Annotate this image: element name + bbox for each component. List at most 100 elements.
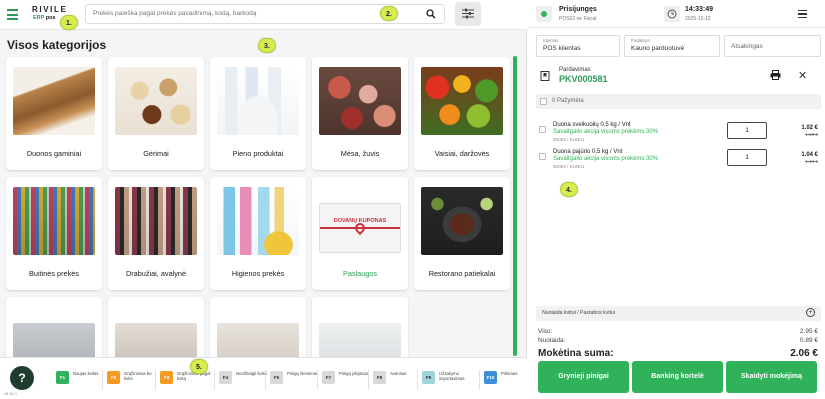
print-icon[interactable]: [770, 70, 781, 80]
discount-value: 0.89 €: [799, 337, 818, 344]
divider: [417, 370, 418, 390]
filter-icon: [462, 8, 474, 19]
marker-4: 4.: [560, 182, 578, 197]
logo-subtitle: ERP pos: [33, 15, 56, 21]
clock-icon: [664, 6, 680, 22]
category-tile-restaurant[interactable]: Restorano patiekalai: [414, 177, 510, 290]
category-tile-dairy[interactable]: Pieno produktai: [210, 57, 306, 170]
discount-label: Nuolaida:: [538, 337, 566, 344]
function-key-badge: F8: [373, 371, 386, 384]
category-tile-clothing[interactable]: Drabužiai, avalynė: [108, 177, 204, 290]
function-key-badge: F1: [56, 371, 69, 384]
logo-name: RIVILE: [32, 5, 68, 14]
category-label: Duonos gaminiai: [26, 149, 82, 158]
clock-date: 2025-12-12: [685, 16, 711, 22]
responsible-field[interactable]: Atsakingas: [724, 35, 821, 57]
search-placeholder: Prekės paieška pagal prekės pavadinimą, …: [93, 10, 257, 17]
function-key-f7[interactable]: F7 Pinigų įdėjimas: [322, 368, 368, 390]
category-tile-hygiene[interactable]: Higienos prekės: [210, 177, 306, 290]
line-price: 1.02 €: [801, 125, 818, 131]
category-tile-services[interactable]: DOVANŲ KUPONAS Paslaugos: [312, 177, 408, 290]
divider: [155, 370, 156, 390]
select-all-checkbox[interactable]: [540, 98, 547, 105]
divider: [102, 370, 103, 390]
category-label: Restorano patiekalai: [428, 269, 496, 278]
search-icon[interactable]: [426, 9, 436, 19]
card-payment-button[interactable]: Banking kortelė: [632, 361, 723, 393]
divider: [479, 370, 480, 390]
amount-due-label: Mokėtina suma:: [538, 348, 614, 359]
help-button[interactable]: ?: [10, 366, 34, 390]
function-key-f1[interactable]: F1 Naujas kvitas: [56, 368, 102, 390]
store-field[interactable]: Padalinys Kauno parduotuvė: [624, 35, 720, 57]
fruits-image: [421, 67, 503, 135]
gift-voucher-image: DOVANŲ KUPONAS: [319, 203, 401, 253]
document-number: PKV000581: [559, 74, 608, 84]
function-key-badge: F4: [219, 371, 232, 384]
meat-image: [319, 67, 401, 135]
function-key-badge: F2: [107, 371, 120, 384]
client-value: POS klientas: [543, 45, 581, 52]
status-bar: Prisijungęs POS02 ne Fiscal 14:33:49 202…: [528, 0, 825, 28]
function-key-badge: F7: [322, 371, 335, 384]
function-key-f2[interactable]: F2 Grąžinimas be kvito: [107, 368, 153, 390]
connection-status: Prisijungęs: [559, 6, 597, 13]
connection-status-icon: [536, 6, 552, 22]
total-value: 2.95 €: [799, 328, 818, 335]
category-tile-bread[interactable]: Duonos gaminiai: [6, 57, 102, 170]
add-icon[interactable]: +: [806, 308, 815, 317]
document-header: Pardavimas PKV000581 ✕: [528, 63, 825, 91]
receipt-fields: Klientas POS klientas Padalinys Kauno pa…: [536, 35, 821, 57]
total-label: Viso:: [538, 328, 553, 335]
client-field[interactable]: Klientas POS klientas: [536, 35, 620, 57]
responsible-placeholder: Atsakingas: [731, 43, 763, 50]
amount-due-value: 2.06 €: [790, 348, 818, 359]
function-key-f5[interactable]: F5 Pinigų išėmimas: [270, 368, 318, 390]
marker-2: 2.: [380, 6, 398, 21]
clothing-image: [115, 187, 197, 255]
divider: [368, 370, 369, 390]
cash-payment-button[interactable]: Grynieji pinigai: [538, 361, 629, 393]
category-tile-fruits[interactable]: Vaisiai, daržovės: [414, 57, 510, 170]
category-tile-household[interactable]: Buitinės prekės: [6, 177, 102, 290]
line-name: Duona sveikuolių 0,5 kg / Vnt: [553, 122, 631, 128]
receipt-pane: Prisijungęs POS02 ne Fiscal 14:33:49 202…: [528, 0, 825, 399]
marker-5: 5.: [190, 359, 208, 374]
function-key-badge: F3: [160, 371, 173, 384]
select-all-row[interactable]: 0 Pažymėta: [536, 94, 821, 109]
line-promo: Savaitgalio akcija visoms prekėms 30%: [553, 129, 659, 135]
function-key-bar: ? v8.34.1 F1 Naujas kvitas F2 Grąžinimas be…: [0, 357, 527, 399]
menu-icon[interactable]: [798, 10, 807, 20]
category-tile-drinks[interactable]: Gėrimai: [108, 57, 204, 170]
quantity-input[interactable]: 1: [727, 149, 767, 166]
quantity-input[interactable]: 1: [727, 122, 767, 139]
household-image: [13, 187, 95, 255]
split-payment-button[interactable]: Skaidyti mokėjimą: [726, 361, 817, 393]
function-key-badge: F5: [270, 371, 283, 384]
receipt-line[interactable]: Duona sveikuolių 0,5 kg / Vnt Savaitgali…: [536, 121, 821, 147]
category-label: Paslaugos: [342, 269, 378, 278]
line-checkbox[interactable]: [539, 153, 546, 160]
filter-button[interactable]: [455, 2, 481, 26]
menu-icon[interactable]: [7, 9, 18, 20]
pos-name: POS02 ne Fiscal: [559, 16, 597, 22]
function-key-f9[interactable]: F9 Užsakymo importavimas: [422, 368, 468, 390]
store-value: Kauno parduotuvė: [631, 45, 685, 52]
line-code: 00003 / KUN01: [553, 136, 585, 142]
line-checkbox[interactable]: [539, 126, 546, 133]
function-key-f10[interactable]: F10 Pirkimas: [484, 368, 530, 390]
function-key-f8[interactable]: F8 Avansas: [373, 368, 419, 390]
close-icon[interactable]: ✕: [798, 69, 807, 82]
category-label: Drabužiai, avalynė: [125, 269, 187, 278]
category-label: Gėrimai: [143, 149, 169, 158]
category-label: Higienos prekės: [231, 269, 285, 278]
category-scrollbar[interactable]: [513, 56, 517, 356]
category-tile-meat[interactable]: Mėsa, žuvis: [312, 57, 408, 170]
line-name: Duona pajūrio 0,5 kg / Vnt: [553, 149, 623, 155]
divider: [265, 370, 266, 390]
receipt-discount-row[interactable]: Nuolaida kvitui / Pastabos kvitui +: [536, 306, 821, 321]
scrollbar-thumb[interactable]: [513, 56, 517, 356]
function-key-f4[interactable]: F4 Neužbaigti kvitai: [219, 368, 267, 390]
page-title: Visos kategorijos: [7, 38, 107, 52]
receipt-line[interactable]: Duona pajūrio 0,5 kg / Vnt Savaitgalio a…: [536, 148, 821, 174]
